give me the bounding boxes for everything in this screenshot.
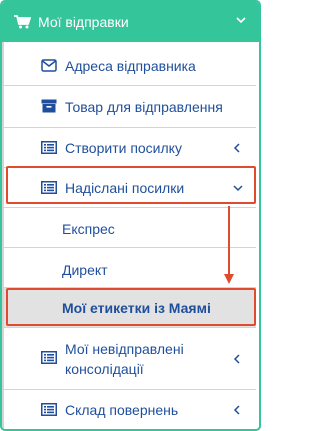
chevron-down-icon: [232, 182, 243, 194]
cart-icon: [13, 15, 31, 29]
sidebar-item-label: Створити посилку: [65, 140, 182, 156]
sidebar-item-label: Склад повернень: [65, 402, 179, 418]
list-icon: [41, 141, 57, 155]
list-icon: [41, 403, 57, 417]
sidebar-item-label: Надіслані посилки: [65, 180, 185, 196]
submenu-item-label: Директ: [62, 262, 108, 278]
archive-box-icon: [41, 99, 57, 113]
sidebar-item-sender-address[interactable]: Адреса відправника: [4, 46, 256, 86]
chevron-left-icon: [232, 404, 242, 416]
sidebar-item-label: Товар для відправлення: [65, 99, 223, 115]
envelope-icon: [41, 59, 57, 73]
submenu-item-label: Експрес: [62, 221, 115, 237]
list-icon: [41, 351, 57, 365]
submenu-item-express[interactable]: Експрес: [4, 208, 256, 248]
sidebar-item-label-line2: консолідації: [65, 361, 144, 377]
chevron-left-icon: [232, 142, 242, 154]
sidebar-item-returns-warehouse[interactable]: Склад повернень: [4, 390, 256, 429]
submenu-item-direct[interactable]: Директ: [4, 248, 256, 288]
chevron-left-icon: [232, 353, 242, 365]
arrow-down-icon: [223, 206, 235, 286]
list-icon: [41, 181, 57, 195]
my-shipments-menu: Мої відправки Адреса відправника Товар д…: [0, 0, 261, 431]
sidebar-item-goods-for-shipping[interactable]: Товар для відправлення: [4, 86, 256, 128]
sidebar-item-create-parcel[interactable]: Створити посилку: [4, 128, 256, 168]
submenu-item-label: Мої етикетки із Маямі: [62, 300, 211, 316]
sidebar-item-label: Адреса відправника: [65, 58, 196, 74]
menu-header[interactable]: Мої відправки: [2, 2, 259, 42]
chevron-down-icon: [235, 14, 247, 26]
submenu-item-miami-labels[interactable]: Мої етикетки із Маямі: [4, 288, 256, 328]
sidebar-item-sent-parcels[interactable]: Надіслані посилки: [4, 168, 256, 208]
left-divider: [2, 42, 4, 429]
menu-header-title: Мої відправки: [38, 14, 129, 30]
sidebar-item-label-line1: Мої невідправлені: [65, 341, 184, 357]
sidebar-item-unsent-consolidations[interactable]: Мої невідправлені консолідації: [4, 328, 256, 390]
